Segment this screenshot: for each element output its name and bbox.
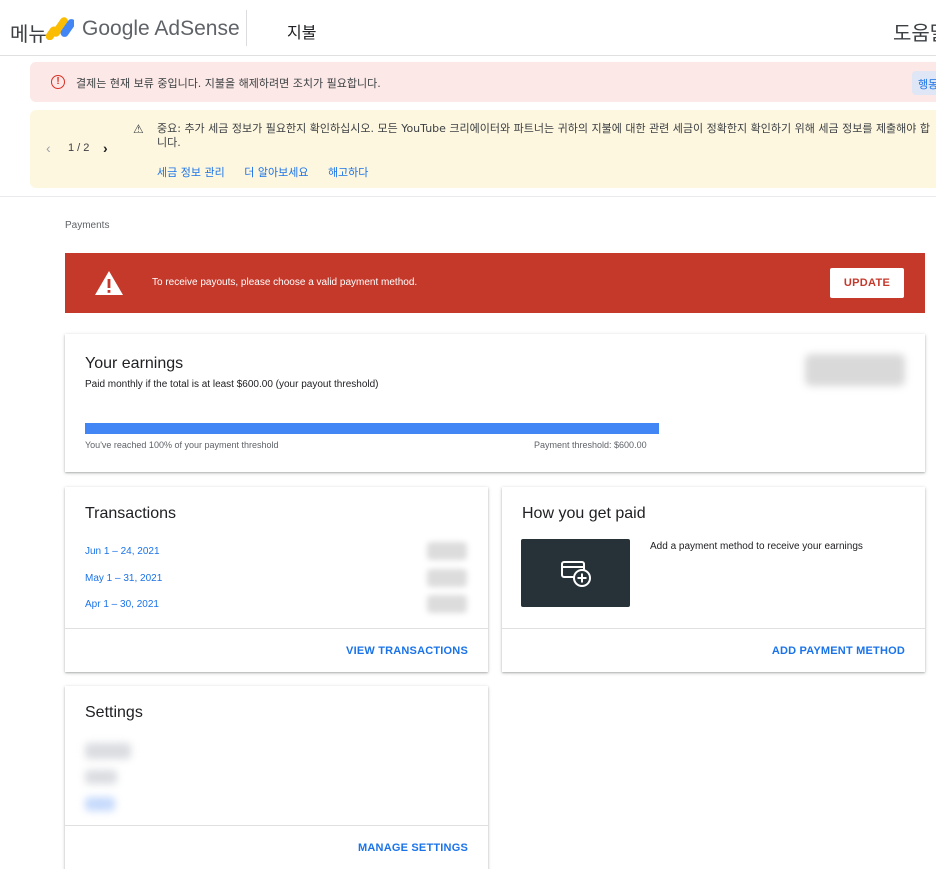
header-separator — [0, 196, 936, 197]
settings-card: Settings MANAGE SETTINGS — [65, 686, 488, 869]
threshold-reached-text: You've reached 100% of your payment thre… — [85, 440, 279, 450]
dismiss-link[interactable]: 해고하다 — [328, 166, 368, 179]
settings-value-redacted — [85, 770, 117, 784]
add-payment-tile[interactable] — [521, 539, 630, 607]
how-paid-description: Add a payment method to receive your ear… — [650, 541, 863, 552]
transaction-period-link[interactable]: Apr 1 – 30, 2021 — [85, 599, 159, 610]
how-paid-footer: ADD PAYMENT METHOD — [502, 628, 925, 672]
tax-info-alert: ‹ 1 / 2 › ⚠ 중요: 추가 세금 정보가 필요한지 확인하십시오. 모… — [30, 110, 936, 188]
earnings-title: Your earnings — [85, 355, 184, 372]
menu-button[interactable]: 메뉴 — [10, 18, 47, 47]
manage-settings-button[interactable]: MANAGE SETTINGS — [358, 842, 468, 854]
payment-hold-alert: ! 결제는 현재 보류 중입니다. 지불을 해제하려면 조치가 필요합니다. 행… — [30, 62, 936, 102]
earnings-amount-redacted — [805, 354, 905, 386]
learn-more-link[interactable]: 더 알아보세요 — [244, 166, 308, 179]
product-brand[interactable]: Google AdSense — [82, 17, 240, 41]
how-you-get-paid-card: How you get paid Add a payment method to… — [502, 487, 925, 672]
transactions-footer: VIEW TRANSACTIONS — [65, 628, 488, 672]
help-button[interactable]: 도움말 — [893, 17, 936, 46]
settings-value-redacted — [85, 743, 131, 759]
hold-alert-text: 결제는 현재 보류 중입니다. 지불을 해제하려면 조치가 필요합니다. — [76, 77, 381, 90]
brand-google: Google — [82, 17, 150, 40]
how-paid-title: How you get paid — [522, 505, 646, 522]
warning-triangle-icon — [95, 271, 123, 295]
alert-pager: 1 / 2 — [68, 142, 90, 154]
transaction-period-link[interactable]: Jun 1 – 24, 2021 — [85, 546, 160, 557]
earnings-card: Your earnings Paid monthly if the total … — [65, 334, 925, 472]
earnings-subtitle: Paid monthly if the total is at least $6… — [85, 379, 379, 390]
payment-method-banner: To receive payouts, please choose a vali… — [65, 253, 925, 313]
settings-title: Settings — [85, 704, 143, 721]
page-section-title: 지불 — [287, 23, 317, 42]
transactions-card: Transactions Jun 1 – 24, 2021 May 1 – 31… — [65, 487, 488, 672]
transaction-period-link[interactable]: May 1 – 31, 2021 — [85, 573, 162, 584]
transactions-title: Transactions — [85, 505, 176, 522]
banner-text: To receive payouts, please choose a vali… — [152, 277, 418, 288]
brand-product: AdSense — [154, 17, 240, 40]
tax-alert-links: 세금 정보 관리 더 알아보세요 해고하다 — [157, 164, 384, 180]
chevron-left-icon[interactable]: ‹ — [46, 140, 51, 156]
add-payment-card-icon — [561, 561, 591, 587]
settings-footer: MANAGE SETTINGS — [65, 825, 488, 869]
take-action-button[interactable]: 행동 — [912, 71, 936, 95]
settings-link-redacted[interactable] — [85, 797, 115, 811]
top-app-bar: 메뉴 Google AdSense 지불 도움말 — [0, 0, 936, 56]
tax-alert-text: 중요: 추가 세금 정보가 필요한지 확인하십시오. 모든 YouTube 크리… — [157, 122, 931, 149]
transaction-amount-redacted — [427, 542, 467, 560]
view-transactions-button[interactable]: VIEW TRANSACTIONS — [346, 645, 468, 657]
update-button[interactable]: UPDATE — [830, 268, 904, 298]
chevron-right-icon[interactable]: › — [103, 140, 108, 156]
manage-tax-info-link[interactable]: 세금 정보 관리 — [157, 166, 225, 179]
adsense-logo-icon — [46, 17, 74, 40]
threshold-progress-bar — [85, 423, 659, 434]
threshold-amount-text: Payment threshold: $600.00 — [534, 440, 647, 450]
breadcrumb: Payments — [65, 220, 110, 231]
add-payment-method-button[interactable]: ADD PAYMENT METHOD — [772, 645, 905, 657]
warning-icon: ⚠ — [133, 122, 144, 136]
header-divider — [246, 10, 247, 46]
error-icon: ! — [51, 75, 65, 89]
transaction-amount-redacted — [427, 595, 467, 613]
transaction-amount-redacted — [427, 569, 467, 587]
